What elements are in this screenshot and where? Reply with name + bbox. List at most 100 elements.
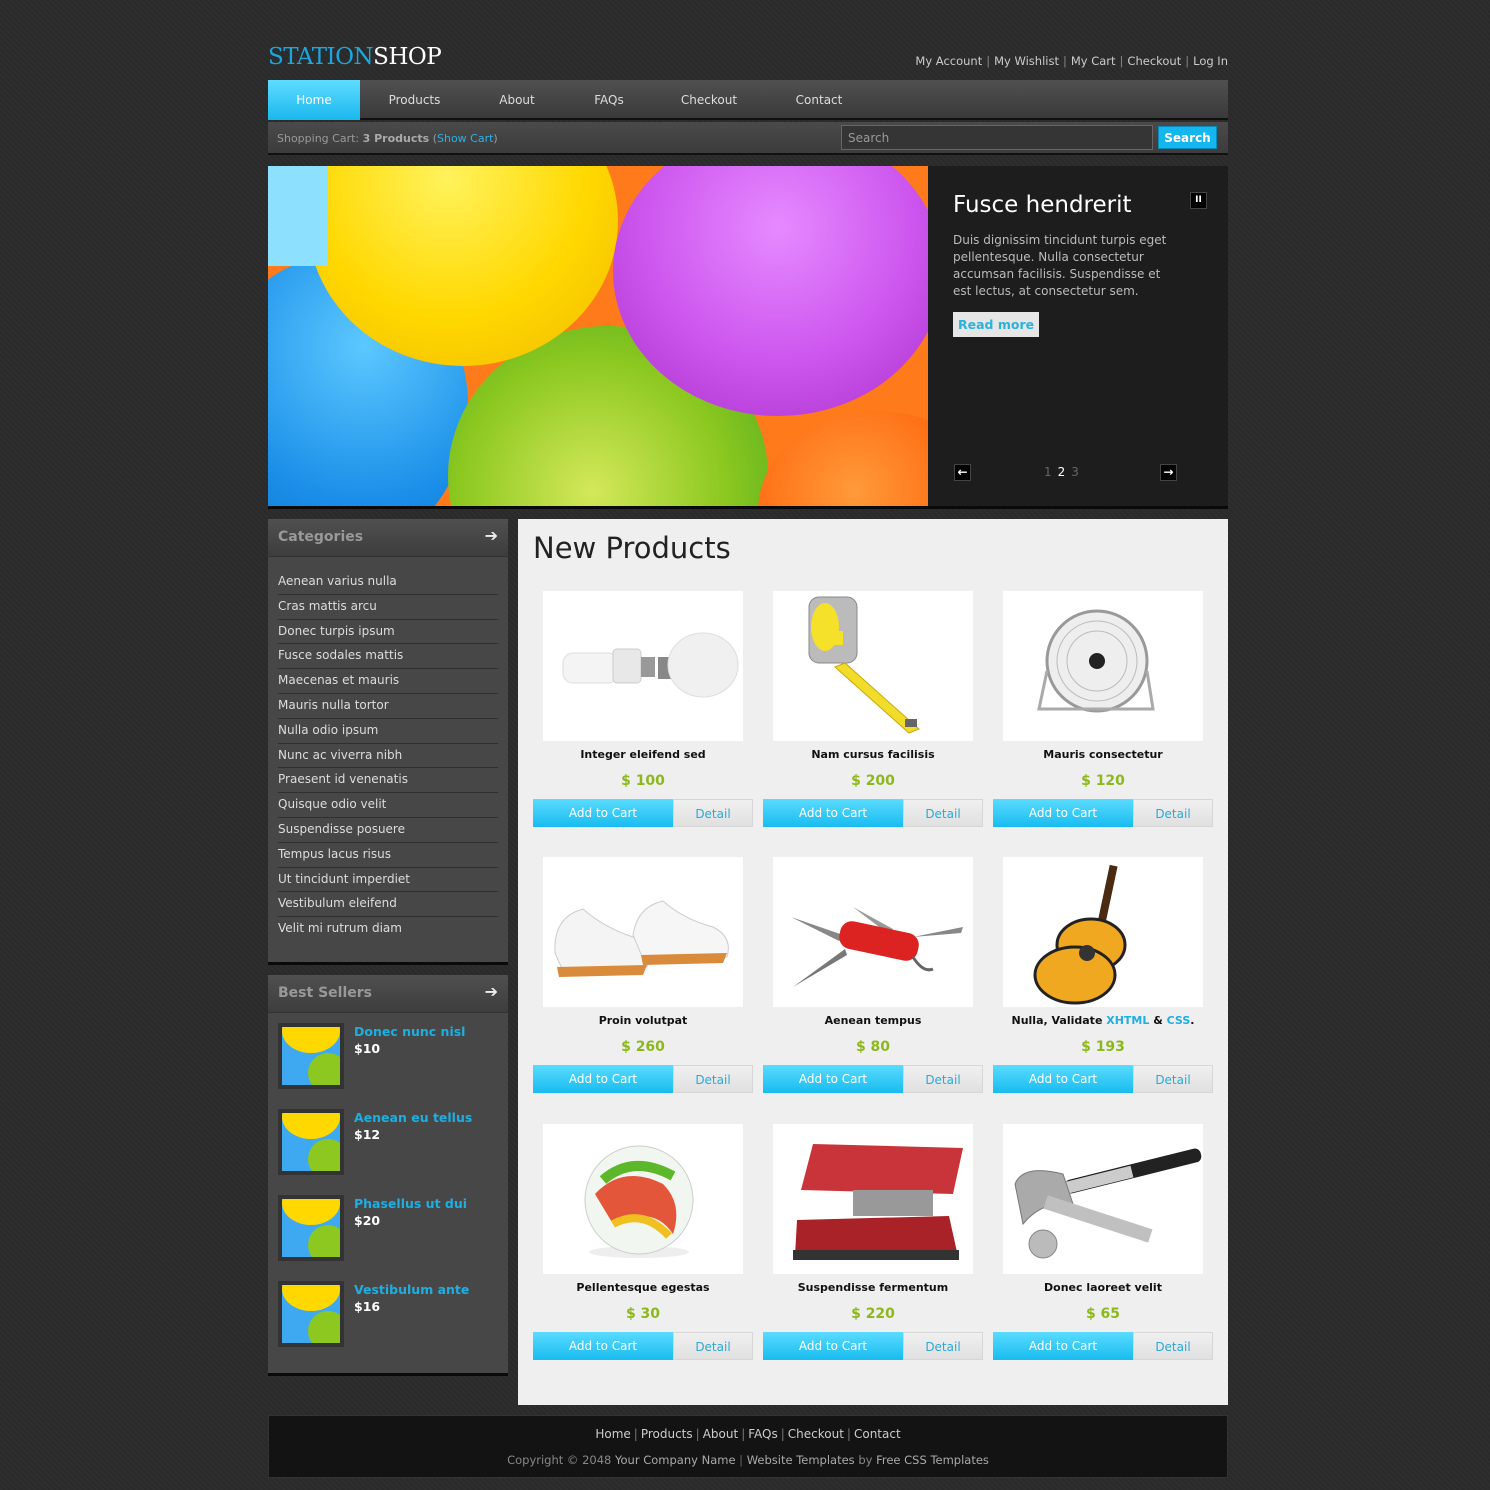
- nav-home[interactable]: Home: [268, 80, 360, 120]
- add-to-cart-button[interactable]: Add to Cart: [533, 799, 673, 827]
- best-seller-name[interactable]: Vestibulum ante: [354, 1282, 469, 1297]
- tape-measure-image[interactable]: [773, 591, 973, 741]
- category-item[interactable]: Fusce sodales mattis: [278, 644, 498, 670]
- product-name[interactable]: Integer eleifend sed: [533, 748, 753, 761]
- my-wishlist-link[interactable]: My Wishlist: [994, 54, 1059, 68]
- best-sellers-header: Best Sellers ➔: [268, 975, 508, 1013]
- product-name[interactable]: Nulla, Validate XHTML & CSS.: [993, 1014, 1213, 1027]
- category-item[interactable]: Velit mi rutrum diam: [278, 917, 498, 942]
- page-3[interactable]: 3: [1071, 465, 1079, 479]
- marble-image[interactable]: [543, 1124, 743, 1274]
- category-item[interactable]: Vestibulum eleifend: [278, 892, 498, 918]
- read-more-button[interactable]: Read more: [953, 312, 1040, 337]
- arrow-right-icon[interactable]: ➔: [485, 526, 498, 545]
- detail-button[interactable]: Detail: [1133, 799, 1213, 827]
- detail-button[interactable]: Detail: [903, 799, 983, 827]
- add-to-cart-button[interactable]: Add to Cart: [763, 1065, 903, 1093]
- category-item[interactable]: Tempus lacus risus: [278, 843, 498, 868]
- search-button[interactable]: Search: [1158, 126, 1217, 149]
- detail-button[interactable]: Detail: [903, 1332, 983, 1360]
- footer-link-about[interactable]: About: [703, 1427, 738, 1441]
- guitar-image[interactable]: [1003, 857, 1203, 1007]
- search-input[interactable]: [841, 125, 1153, 150]
- add-to-cart-button[interactable]: Add to Cart: [533, 1332, 673, 1360]
- shoes-image[interactable]: [543, 857, 743, 1007]
- company-link[interactable]: Your Company Name: [615, 1453, 736, 1467]
- checkout-link[interactable]: Checkout: [1127, 54, 1181, 68]
- add-to-cart-button[interactable]: Add to Cart: [993, 1332, 1133, 1360]
- footer-link-faqs[interactable]: FAQs: [748, 1427, 778, 1441]
- slide-image-balloons[interactable]: [268, 166, 928, 506]
- logo[interactable]: STATIONSHOP: [268, 44, 442, 70]
- footer-link-contact[interactable]: Contact: [854, 1427, 901, 1441]
- light-bulbs-image[interactable]: [543, 591, 743, 741]
- main-content: New Products Integer eleifend sed $ 100 …: [518, 519, 1228, 1405]
- xhtml-link[interactable]: XHTML: [1106, 1014, 1149, 1027]
- page-2-current[interactable]: 2: [1058, 465, 1066, 479]
- nav-contact[interactable]: Contact: [773, 80, 865, 120]
- product-name[interactable]: Pellentesque egestas: [533, 1281, 753, 1294]
- css-link[interactable]: CSS: [1167, 1014, 1191, 1027]
- nav-products[interactable]: Products: [367, 80, 462, 120]
- nav-checkout[interactable]: Checkout: [663, 80, 755, 120]
- product-name[interactable]: Suspendisse fermentum: [763, 1281, 983, 1294]
- best-seller-name[interactable]: Aenean eu tellus: [354, 1110, 472, 1125]
- product-name[interactable]: Proin volutpat: [533, 1014, 753, 1027]
- arrow-right-icon[interactable]: ➔: [485, 982, 498, 1001]
- add-to-cart-button[interactable]: Add to Cart: [533, 1065, 673, 1093]
- pause-icon[interactable]: II: [1190, 192, 1207, 209]
- category-item[interactable]: Cras mattis arcu: [278, 595, 498, 620]
- free-css-templates-link[interactable]: Free CSS Templates: [876, 1453, 989, 1467]
- category-item[interactable]: Aenean varius nulla: [278, 570, 498, 595]
- add-to-cart-button[interactable]: Add to Cart: [993, 799, 1133, 827]
- detail-button[interactable]: Detail: [673, 1332, 753, 1360]
- category-item[interactable]: Praesent id venenatis: [278, 768, 498, 794]
- hammer-wrench-image[interactable]: [1003, 1124, 1203, 1274]
- product-name[interactable]: Donec laoreet velit: [993, 1281, 1213, 1294]
- best-seller-thumb[interactable]: [278, 1023, 344, 1089]
- arrow-left-icon[interactable]: ←: [954, 464, 971, 481]
- pocket-knife-image[interactable]: [773, 857, 973, 1007]
- copyright-text: Copyright © 2048: [507, 1453, 612, 1467]
- product-name[interactable]: Mauris consectetur: [993, 748, 1213, 761]
- category-item[interactable]: Donec turpis ipsum: [278, 620, 498, 645]
- detail-button[interactable]: Detail: [673, 799, 753, 827]
- detail-button[interactable]: Detail: [1133, 1065, 1213, 1093]
- arrow-right-icon[interactable]: →: [1160, 464, 1177, 481]
- category-item[interactable]: Ut tincidunt imperdiet: [278, 868, 498, 893]
- add-to-cart-button[interactable]: Add to Cart: [763, 1332, 903, 1360]
- footer-link-home[interactable]: Home: [595, 1427, 630, 1441]
- best-seller-thumb[interactable]: [278, 1195, 344, 1261]
- separator: |: [846, 1427, 851, 1441]
- category-item[interactable]: Nulla odio ipsum: [278, 719, 498, 744]
- footer-link-products[interactable]: Products: [641, 1427, 693, 1441]
- my-account-link[interactable]: My Account: [915, 54, 982, 68]
- detail-button[interactable]: Detail: [673, 1065, 753, 1093]
- my-cart-link[interactable]: My Cart: [1071, 54, 1116, 68]
- desk-fan-image[interactable]: [1003, 591, 1203, 741]
- best-seller-thumb[interactable]: [278, 1281, 344, 1347]
- category-item[interactable]: Suspendisse posuere: [278, 818, 498, 843]
- best-seller-name[interactable]: Donec nunc nisl: [354, 1024, 465, 1039]
- website-templates-link[interactable]: Website Templates: [747, 1453, 855, 1467]
- add-to-cart-button[interactable]: Add to Cart: [763, 799, 903, 827]
- page-1[interactable]: 1: [1044, 465, 1052, 479]
- detail-button[interactable]: Detail: [1133, 1332, 1213, 1360]
- best-seller-thumb[interactable]: [278, 1109, 344, 1175]
- nav-about[interactable]: About: [471, 80, 563, 120]
- best-seller-name[interactable]: Phasellus ut dui: [354, 1196, 467, 1211]
- footer-link-checkout[interactable]: Checkout: [788, 1427, 844, 1441]
- category-item[interactable]: Mauris nulla tortor: [278, 694, 498, 719]
- category-item[interactable]: Nunc ac viverra nibh: [278, 744, 498, 769]
- login-link[interactable]: Log In: [1193, 54, 1228, 68]
- separator: |: [695, 1427, 700, 1441]
- stapler-image[interactable]: [773, 1124, 973, 1274]
- add-to-cart-button[interactable]: Add to Cart: [993, 1065, 1133, 1093]
- detail-button[interactable]: Detail: [903, 1065, 983, 1093]
- product-name[interactable]: Aenean tempus: [763, 1014, 983, 1027]
- category-item[interactable]: Maecenas et mauris: [278, 669, 498, 694]
- category-item[interactable]: Quisque odio velit: [278, 793, 498, 818]
- product-name[interactable]: Nam cursus facilisis: [763, 748, 983, 761]
- show-cart-link[interactable]: Show Cart: [437, 132, 493, 145]
- nav-faqs[interactable]: FAQs: [563, 80, 655, 120]
